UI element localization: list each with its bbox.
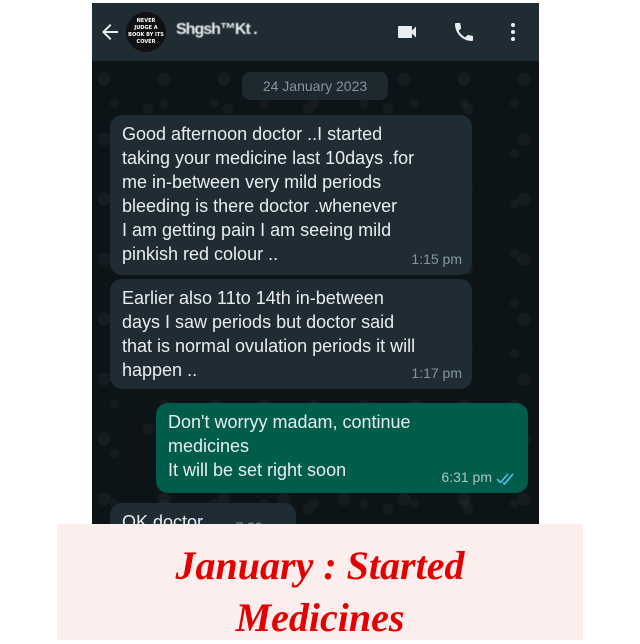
more-vertical-icon[interactable] xyxy=(501,20,525,44)
chat-screen: NEVER JUDGE A BOOK BY ITS COVER Shgsh™Kt… xyxy=(92,3,539,543)
message-bubble[interactable]: Good afternoon doctor ..I started taking… xyxy=(110,115,472,275)
message-text: Earlier also 11to 14th in-between days I… xyxy=(122,288,416,380)
message-bubble[interactable]: Don't worryy madam, continue medicines I… xyxy=(156,403,528,493)
message-time: 1:17 pm xyxy=(411,365,462,381)
caption-line: January : Started xyxy=(175,543,465,588)
back-arrow-icon[interactable] xyxy=(98,20,122,44)
video-call-icon[interactable] xyxy=(395,20,419,44)
caption-text: January : Started Medicines xyxy=(57,540,583,644)
message-time: 6:31 pm xyxy=(441,469,492,485)
avatar[interactable]: NEVER JUDGE A BOOK BY ITS COVER xyxy=(126,12,166,52)
caption-line: Medicines xyxy=(235,595,405,640)
contact-name[interactable]: Shgsh™Kt . xyxy=(176,21,258,39)
date-divider: 24 January 2023 xyxy=(242,72,388,100)
message-text: Good afternoon doctor ..I started taking… xyxy=(122,124,415,264)
double-check-icon xyxy=(496,473,514,485)
chat-header: NEVER JUDGE A BOOK BY ITS COVER Shgsh™Kt… xyxy=(92,3,539,61)
message-bubble[interactable]: Earlier also 11to 14th in-between days I… xyxy=(110,279,472,389)
message-time: 1:15 pm xyxy=(411,251,462,267)
phone-icon[interactable] xyxy=(452,20,476,44)
